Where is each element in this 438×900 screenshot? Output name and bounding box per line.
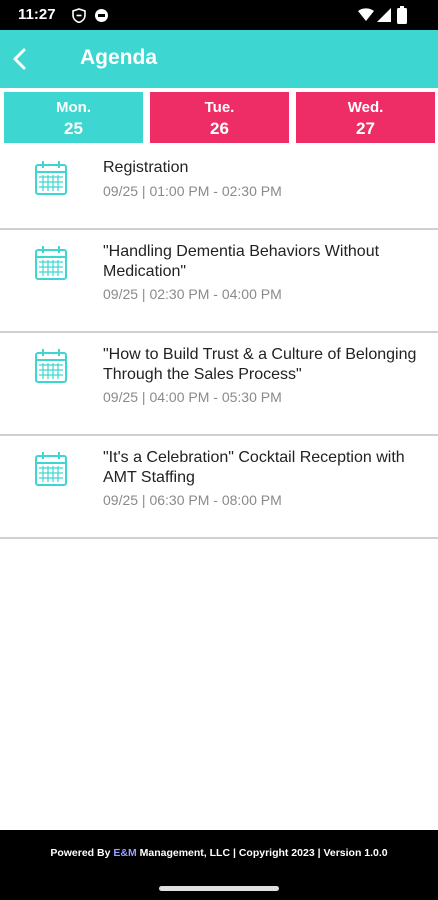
tab-day-label: Wed. [347,99,384,116]
battery-icon [397,6,407,29]
shield-icon [72,8,86,28]
tab-day-number: 26 [210,119,229,138]
list-item[interactable]: "Handling Dementia Behaviors Without Med… [0,230,438,333]
tab-day-label: Mon. [56,99,91,116]
footer: Powered By E&M Management, LLC | Copyrig… [0,830,438,900]
status-time: 11:27 [18,6,56,23]
chevron-left-icon [13,48,26,70]
session-time: 09/25 | 02:30 PM - 04:00 PM [103,286,282,302]
app-bar: Agenda [0,30,438,88]
wifi-icon [358,8,374,27]
tab-day-number: 27 [356,119,375,138]
tab-monday[interactable]: Mon. 25 [4,92,143,143]
session-list: Registration 09/25 | 01:00 PM - 02:30 PM… [0,145,438,539]
footer-suffix: Management, LLC | Copyright 2023 | Versi… [136,847,388,859]
signal-icon [377,8,391,27]
session-title: "Handling Dementia Behaviors Without Med… [103,243,380,280]
calendar-icon [34,245,68,281]
calendar-icon [34,451,68,487]
tab-day-label: Tue. [204,99,235,116]
session-time: 09/25 | 01:00 PM - 02:30 PM [103,183,282,199]
day-tabs: Mon. 25 Tue. 26 Wed. 27 [4,92,436,143]
session-time: 09/25 | 04:00 PM - 05:30 PM [103,389,282,405]
list-item[interactable]: "How to Build Trust & a Culture of Belon… [0,333,438,436]
footer-prefix: Powered By [50,847,114,859]
session-time: 09/25 | 06:30 PM - 08:00 PM [103,492,282,508]
status-bar: 11:27 [0,0,438,30]
record-icon [94,8,109,28]
calendar-icon [34,160,68,196]
tab-wednesday[interactable]: Wed. 27 [296,92,435,143]
tab-tuesday[interactable]: Tue. 26 [150,92,289,143]
session-title: "How to Build Trust & a Culture of Belon… [103,346,417,383]
session-title: "It's a Celebration" Cocktail Reception … [103,449,405,486]
home-indicator[interactable] [159,886,279,891]
session-title: Registration [103,159,189,176]
tab-day-number: 25 [64,119,83,138]
calendar-icon [34,348,68,384]
page-title: Agenda [80,46,158,69]
list-item[interactable]: Registration 09/25 | 01:00 PM - 02:30 PM [0,145,438,230]
list-item[interactable]: "It's a Celebration" Cocktail Reception … [0,436,438,539]
footer-credits: Powered By E&M Management, LLC | Copyrig… [0,847,438,859]
back-button[interactable] [10,46,32,72]
footer-brand: E&M [113,847,137,859]
